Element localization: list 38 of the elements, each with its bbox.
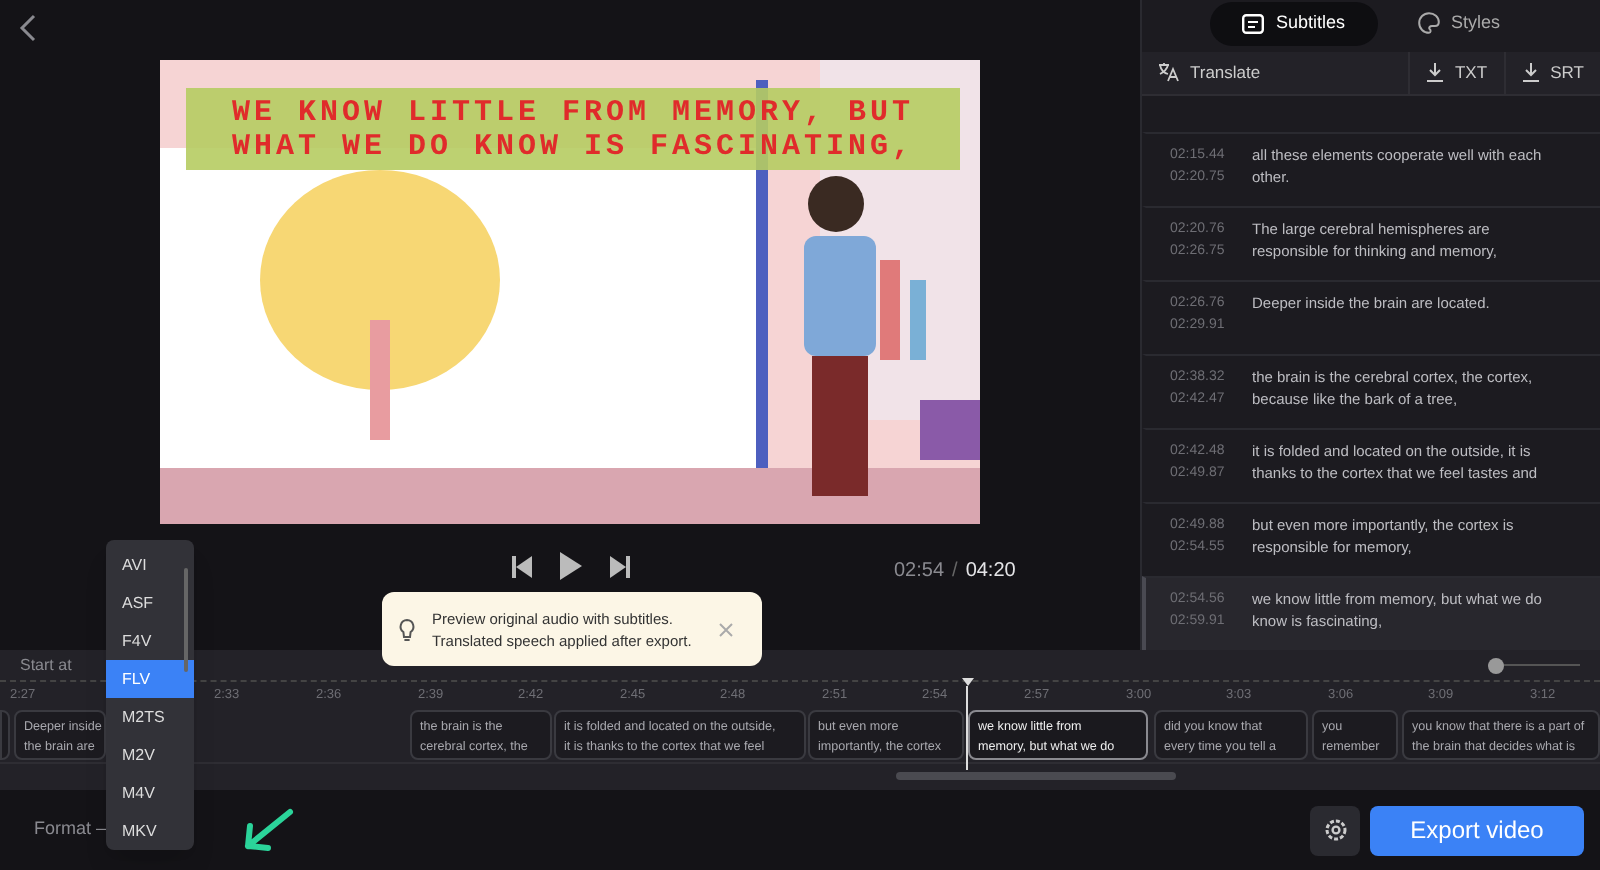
format-option[interactable]: AVI [106,546,194,584]
settings-icon [1323,818,1347,842]
skip-forward-icon[interactable] [610,555,630,577]
format-option[interactable]: ASF [106,584,194,622]
tab[interactable]: Styles [1385,1,1533,46]
arrow-icon [242,808,295,852]
zoom-slider[interactable] [1488,657,1580,673]
subtitle-line: WHAT WE DO KNOW IS FASCINATING, [231,130,915,164]
format-option[interactable]: M2TS [106,698,194,736]
duration: 04:20 [965,558,1016,586]
back-icon[interactable] [18,14,38,42]
format-option[interactable]: M2V [106,736,194,774]
download-button[interactable]: TXT [1408,51,1504,94]
export-video-button[interactable]: Export video [1370,805,1584,855]
play-icon[interactable] [560,552,582,580]
timeline-scrollbar[interactable] [896,772,1176,780]
download-icon [1426,62,1445,83]
playhead[interactable] [962,678,972,770]
skip-back-icon[interactable] [512,555,532,577]
download-button[interactable]: SRT [1504,51,1600,94]
format-option[interactable]: F4V [106,622,194,660]
format-option[interactable]: M4V [106,774,194,812]
format-option[interactable]: MKV [106,812,194,850]
subtitle-line: WE KNOW LITTLE FROM MEMORY, BUT [231,96,915,130]
download-icon [1522,62,1541,83]
format-option[interactable]: FLV [106,660,194,698]
time-separator: / [952,558,958,586]
zoom-slider-thumb[interactable] [1488,657,1504,673]
start-at-label: Start at [20,653,72,677]
translate-button[interactable]: Translate [1142,51,1408,94]
subtitles-icon [1241,13,1264,34]
lightbulb-icon [398,617,416,641]
palette-icon [1417,12,1439,35]
tab[interactable]: Subtitles [1209,1,1377,46]
dropdown-scrollbar[interactable] [184,568,188,672]
current-time: 02:54 [894,558,945,586]
translate-icon [1158,62,1180,83]
settings-button[interactable] [1310,805,1360,855]
